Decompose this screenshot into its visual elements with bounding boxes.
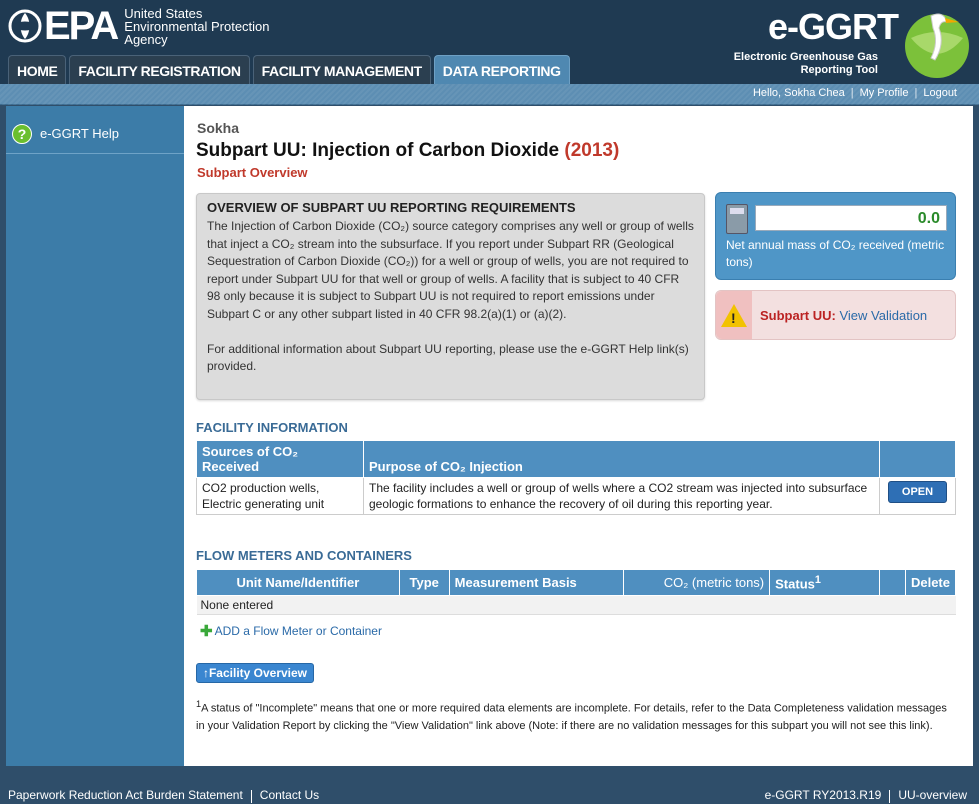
net-mass-value: 0.0: [755, 205, 947, 231]
main-content: Sokha Subpart UU: Injection of Carbon Di…: [184, 106, 973, 766]
footer-version: e-GGRT RY2013.R19 UU-overview: [765, 788, 967, 803]
facility-info-title: FACILITY INFORMATION: [196, 420, 348, 435]
validation-text: Subpart UU: View Validation: [760, 308, 927, 323]
globe-bird-icon: [905, 13, 969, 78]
epa-flower-icon: [8, 9, 42, 43]
tab-facility-registration[interactable]: FACILITY REGISTRATION: [69, 55, 250, 84]
flow-meters-table: Unit Name/Identifier Type Measurement Ba…: [196, 568, 957, 616]
separator: |: [850, 87, 854, 99]
footer-links: Paperwork Reduction Act Burden Statement…: [8, 788, 319, 803]
overview-panel: OVERVIEW OF SUBPART UU REPORTING REQUIRE…: [196, 193, 705, 400]
footer: Paperwork Reduction Act Burden Statement…: [0, 766, 979, 804]
validation-panel: ! Subpart UU: View Validation: [715, 290, 956, 340]
status-header-text: Status: [775, 576, 815, 592]
user-links: Hello, Sokha Chea | My Profile | Logout: [753, 87, 957, 99]
table-row: CO2 production wells, Electric generatin…: [196, 477, 956, 515]
add-flow-meter-link[interactable]: ✚ ADD a Flow Meter or Container: [200, 622, 382, 640]
tab-home[interactable]: HOME: [8, 55, 67, 84]
col-delete: Delete: [904, 568, 957, 597]
status-footnote-marker: 1: [814, 574, 821, 586]
ggrt-subtitle-line-2: Reporting Tool: [800, 64, 878, 76]
breadcrumb: Subpart Overview: [197, 165, 308, 180]
sidebar-item-label: e-GGRT Help: [40, 126, 119, 141]
version-text: e-GGRT RY2013.R19: [764, 788, 882, 802]
epa-wordmark: EPA: [44, 4, 119, 48]
col-type: Type: [398, 568, 450, 597]
separator: [889, 790, 891, 803]
agency-line-2: Environmental Protection: [124, 18, 270, 34]
empty-row: None entered: [196, 595, 956, 616]
separator: |: [914, 87, 918, 99]
page-title-text: Subpart UU: Injection of Carbon Dioxide: [196, 140, 560, 161]
plus-icon: ✚: [200, 623, 213, 640]
ggrt-subtitle-line-1: Electronic Greenhouse Gas: [733, 51, 878, 63]
agency-line-3: Agency: [124, 31, 168, 47]
facility-info-table: Sources of CO₂ Received Purpose of CO₂ I…: [196, 440, 956, 515]
calculator-icon: [726, 204, 748, 234]
net-mass-panel: 0.0 Net annual mass of CO₂ received (met…: [715, 192, 956, 280]
validation-label: Subpart UU:: [760, 307, 836, 323]
footnote-text: A status of "Incomplete" means that one …: [196, 702, 947, 732]
logout-link[interactable]: Logout: [923, 87, 957, 99]
contact-us-link[interactable]: Contact Us: [260, 788, 319, 803]
sidebar-item-help[interactable]: ? e-GGRT Help: [6, 114, 184, 154]
col-purpose: Purpose of CO₂ Injection: [363, 440, 880, 478]
warning-cell: !: [716, 291, 752, 339]
flow-meters-title: FLOW METERS AND CONTAINERS: [196, 548, 412, 563]
action-cell: OPEN: [879, 477, 956, 515]
view-validation-link[interactable]: View Validation: [839, 308, 927, 323]
sources-cell: CO2 production wells, Electric generatin…: [196, 477, 364, 515]
tab-data-reporting[interactable]: DATA REPORTING: [433, 55, 570, 84]
header: EPA United States Environmental Protecti…: [0, 0, 979, 84]
col-status: Status1: [769, 568, 880, 597]
reporting-year: (2013): [564, 140, 620, 161]
facility-name: Sokha: [197, 120, 240, 136]
tab-facility-management[interactable]: FACILITY MANAGEMENT: [252, 55, 431, 84]
col-measurement-basis: Measurement Basis: [448, 568, 625, 597]
help-icon: ?: [12, 123, 32, 144]
overview-paragraph-2: For additional information about Subpart…: [207, 341, 689, 374]
my-profile-link[interactable]: My Profile: [860, 87, 909, 99]
epa-agency-name: United States Environmental Protection A…: [124, 7, 269, 46]
col-sources: Sources of CO₂ Received: [196, 440, 364, 478]
open-button[interactable]: OPEN: [887, 481, 948, 503]
footnote: 1A status of "Incomplete" means that one…: [196, 696, 958, 735]
separator: [250, 790, 252, 803]
facility-overview-button[interactable]: ↑Facility Overview: [196, 663, 314, 683]
col-co2: CO₂ (metric tons): [623, 568, 771, 597]
sidebar: ? e-GGRT Help: [6, 106, 184, 766]
ggrt-subtitle: Electronic Greenhouse Gas Reporting Tool: [733, 51, 878, 77]
col-action: [879, 440, 956, 478]
col-unit-name: Unit Name/Identifier: [196, 568, 400, 597]
paperwork-link[interactable]: Paperwork Reduction Act Burden Statement: [8, 788, 243, 803]
overview-paragraph-1: The Injection of Carbon Dioxide (CO₂) so…: [207, 219, 694, 321]
epa-logo[interactable]: EPA United States Environmental Protecti…: [8, 6, 270, 46]
net-mass-label: Net annual mass of CO₂ received (metric …: [726, 238, 945, 269]
overview-heading: OVERVIEW OF SUBPART UU REPORTING REQUIRE…: [207, 200, 576, 215]
agency-line-1: United States: [124, 5, 203, 21]
main-nav: HOME FACILITY REGISTRATION FACILITY MANA…: [8, 55, 573, 84]
purpose-cell: The facility includes a well or group of…: [363, 477, 880, 515]
ggrt-title: e-GGRT: [768, 6, 899, 47]
page-title: Subpart UU: Injection of Carbon Dioxide …: [196, 140, 619, 162]
table-header-row: Sources of CO₂ Received Purpose of CO₂ I…: [196, 440, 956, 478]
col-blank: [878, 568, 906, 597]
ggrt-brand: e-GGRT Electronic Greenhouse Gas Reporti…: [733, 4, 973, 80]
facility-overview-label: Facility Overview: [208, 666, 308, 680]
table-header-row: Unit Name/Identifier Type Measurement Ba…: [196, 568, 957, 597]
table-row: None entered: [196, 595, 956, 616]
add-flow-meter-label: ADD a Flow Meter or Container: [214, 624, 382, 638]
page-id-text: UU-overview: [898, 788, 967, 802]
warning-icon: !: [721, 303, 747, 327]
user-greeting: Hello, Sokha Chea: [752, 87, 845, 99]
